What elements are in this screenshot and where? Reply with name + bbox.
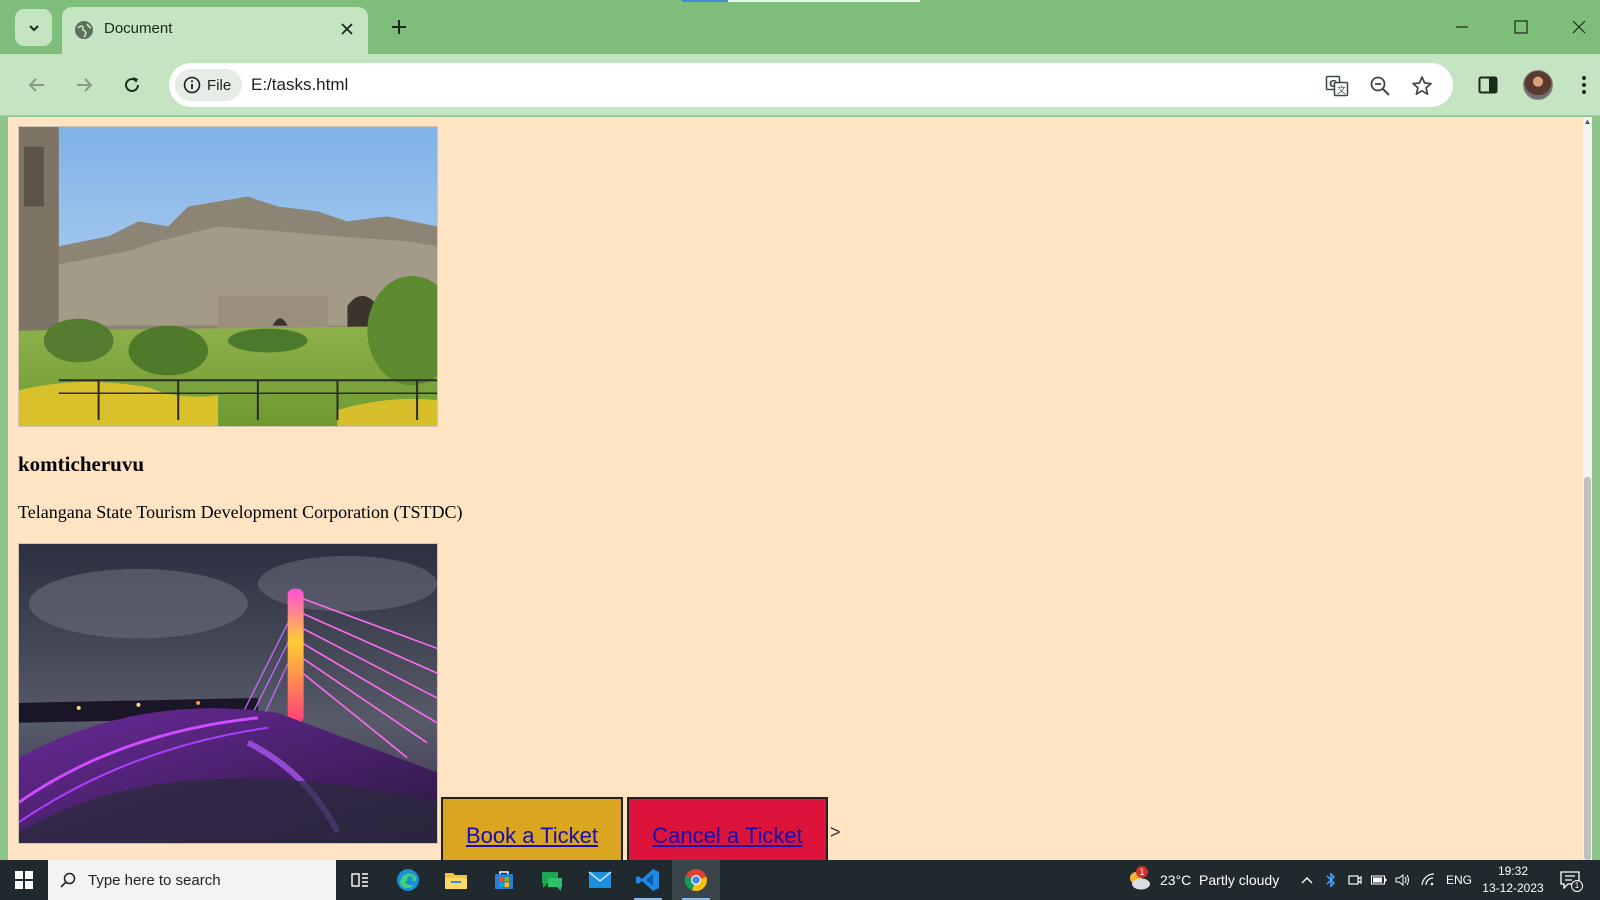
site-chip-label: File	[207, 76, 232, 94]
camera-icon	[1348, 875, 1362, 885]
zoom-out-icon	[1370, 76, 1390, 96]
taskbar-clock[interactable]: 19:32 13-12-2023	[1480, 863, 1546, 897]
taskbar-store[interactable]	[480, 860, 528, 900]
weather-icon: 1	[1126, 866, 1152, 891]
info-icon	[183, 76, 201, 94]
translate-icon: G文	[1325, 75, 1349, 97]
site-info-chip[interactable]: File	[175, 69, 243, 101]
cancel-ticket-button[interactable]: Cancel a Ticket	[627, 797, 828, 860]
taskbar-search-box[interactable]: Type here to search	[48, 860, 336, 900]
page-scrollbar[interactable]: ▲	[1583, 117, 1592, 860]
chat-icon	[542, 872, 562, 891]
bookmark-button[interactable]	[1409, 73, 1435, 99]
edge-icon	[397, 869, 419, 891]
new-tab-button[interactable]	[384, 12, 414, 42]
profile-avatar[interactable]	[1523, 70, 1553, 100]
chrome-icon	[684, 869, 707, 892]
stray-text: >	[830, 822, 841, 842]
folder-icon	[445, 873, 467, 889]
url-text[interactable]: E:/tasks.html	[251, 75, 348, 95]
back-button[interactable]	[20, 68, 54, 102]
task-view-icon	[351, 873, 368, 887]
cancel-ticket-link[interactable]: Cancel a Ticket	[652, 823, 802, 849]
taskbar-mail[interactable]	[576, 860, 624, 900]
more-vertical-icon	[1582, 76, 1586, 94]
browser-tab-active[interactable]: Document	[62, 7, 368, 54]
translate-button[interactable]: G文	[1324, 73, 1350, 99]
wifi-icon	[1421, 873, 1435, 886]
tab-search-button[interactable]	[15, 9, 52, 46]
maximize-icon	[1514, 20, 1528, 34]
close-icon	[1572, 20, 1586, 34]
mail-icon	[588, 871, 612, 888]
volume-tray-icon[interactable]	[1394, 870, 1412, 890]
plus-icon	[392, 20, 406, 34]
zoom-button[interactable]	[1367, 73, 1393, 99]
browser-toolbar: File E:/tasks.html G文	[0, 54, 1600, 116]
taskbar-weather[interactable]: 1 23°C Partly cloudy	[1126, 860, 1279, 900]
windows-logo-icon	[15, 871, 33, 889]
notification-center-button[interactable]: 1	[1557, 870, 1583, 892]
loading-indicator	[682, 0, 728, 2]
address-bar[interactable]: File E:/tasks.html G文	[169, 63, 1453, 107]
taskbar-chat-app[interactable]	[528, 860, 576, 900]
place-description: Telangana State Tourism Development Corp…	[18, 502, 463, 522]
chevron-up-icon	[1301, 877, 1313, 884]
scroll-up-arrow-icon[interactable]: ▲	[1583, 117, 1592, 129]
show-hidden-icons-button[interactable]	[1298, 870, 1316, 890]
forward-button[interactable]	[67, 68, 101, 102]
book-ticket-button[interactable]: Book a Ticket	[441, 797, 623, 860]
place-title: komticheruvu	[18, 452, 144, 476]
scrollbar-thumb[interactable]	[1584, 477, 1591, 860]
meet-now-tray-icon[interactable]	[1346, 870, 1364, 890]
arrow-right-icon	[77, 78, 93, 92]
weather-alert-badge: 1	[1136, 866, 1148, 878]
loading-indicator-track	[728, 0, 920, 2]
arrow-left-icon	[28, 78, 44, 92]
taskbar-chrome[interactable]	[672, 860, 720, 900]
notification-count: 1	[1571, 880, 1583, 892]
network-tray-icon[interactable]	[1419, 870, 1437, 890]
bluetooth-tray-icon[interactable]	[1322, 870, 1340, 890]
cable-bridge-photo	[18, 543, 438, 844]
windows-taskbar: Type here to search 1 23°C Partly cloudy	[0, 860, 1600, 900]
fort-photo	[18, 126, 438, 427]
battery-tray-icon[interactable]	[1370, 870, 1388, 890]
browser-menu-button[interactable]	[1568, 69, 1600, 101]
svg-text:文: 文	[1337, 84, 1346, 96]
close-icon	[341, 23, 353, 35]
clock-date: 13-12-2023	[1482, 881, 1544, 895]
task-view-button[interactable]	[336, 860, 384, 900]
vscode-icon	[636, 869, 659, 891]
search-icon	[60, 872, 76, 888]
weather-text: 23°C Partly cloudy	[1160, 872, 1280, 888]
tab-close-button[interactable]	[336, 18, 358, 40]
taskbar-vscode[interactable]	[624, 860, 672, 900]
bluetooth-icon	[1326, 872, 1336, 888]
side-panel-button[interactable]	[1472, 69, 1504, 101]
chevron-down-icon	[28, 24, 39, 31]
globe-icon	[75, 21, 93, 39]
speaker-icon	[1395, 874, 1409, 886]
store-icon	[495, 871, 513, 889]
star-icon	[1412, 76, 1432, 96]
reload-icon	[125, 77, 139, 92]
battery-icon	[1371, 875, 1387, 885]
maximize-button[interactable]	[1499, 8, 1543, 46]
tab-title: Document	[104, 20, 173, 37]
minimize-icon	[1456, 26, 1468, 28]
clock-time: 19:32	[1497, 864, 1529, 878]
window-close-button[interactable]	[1558, 8, 1600, 46]
side-panel-icon	[1478, 76, 1498, 94]
taskbar-edge[interactable]	[384, 860, 432, 900]
book-ticket-link[interactable]: Book a Ticket	[466, 823, 598, 849]
input-language[interactable]: ENG	[1446, 873, 1472, 887]
minimize-button[interactable]	[1440, 8, 1484, 46]
taskbar-file-explorer[interactable]	[432, 860, 480, 900]
reload-button[interactable]	[115, 68, 149, 102]
taskbar-search-placeholder: Type here to search	[88, 871, 221, 889]
browser-titlebar: Document	[0, 0, 1600, 54]
page-viewport: komticheruvu Telangana State Tourism Dev…	[8, 117, 1592, 860]
start-button[interactable]	[0, 860, 48, 900]
